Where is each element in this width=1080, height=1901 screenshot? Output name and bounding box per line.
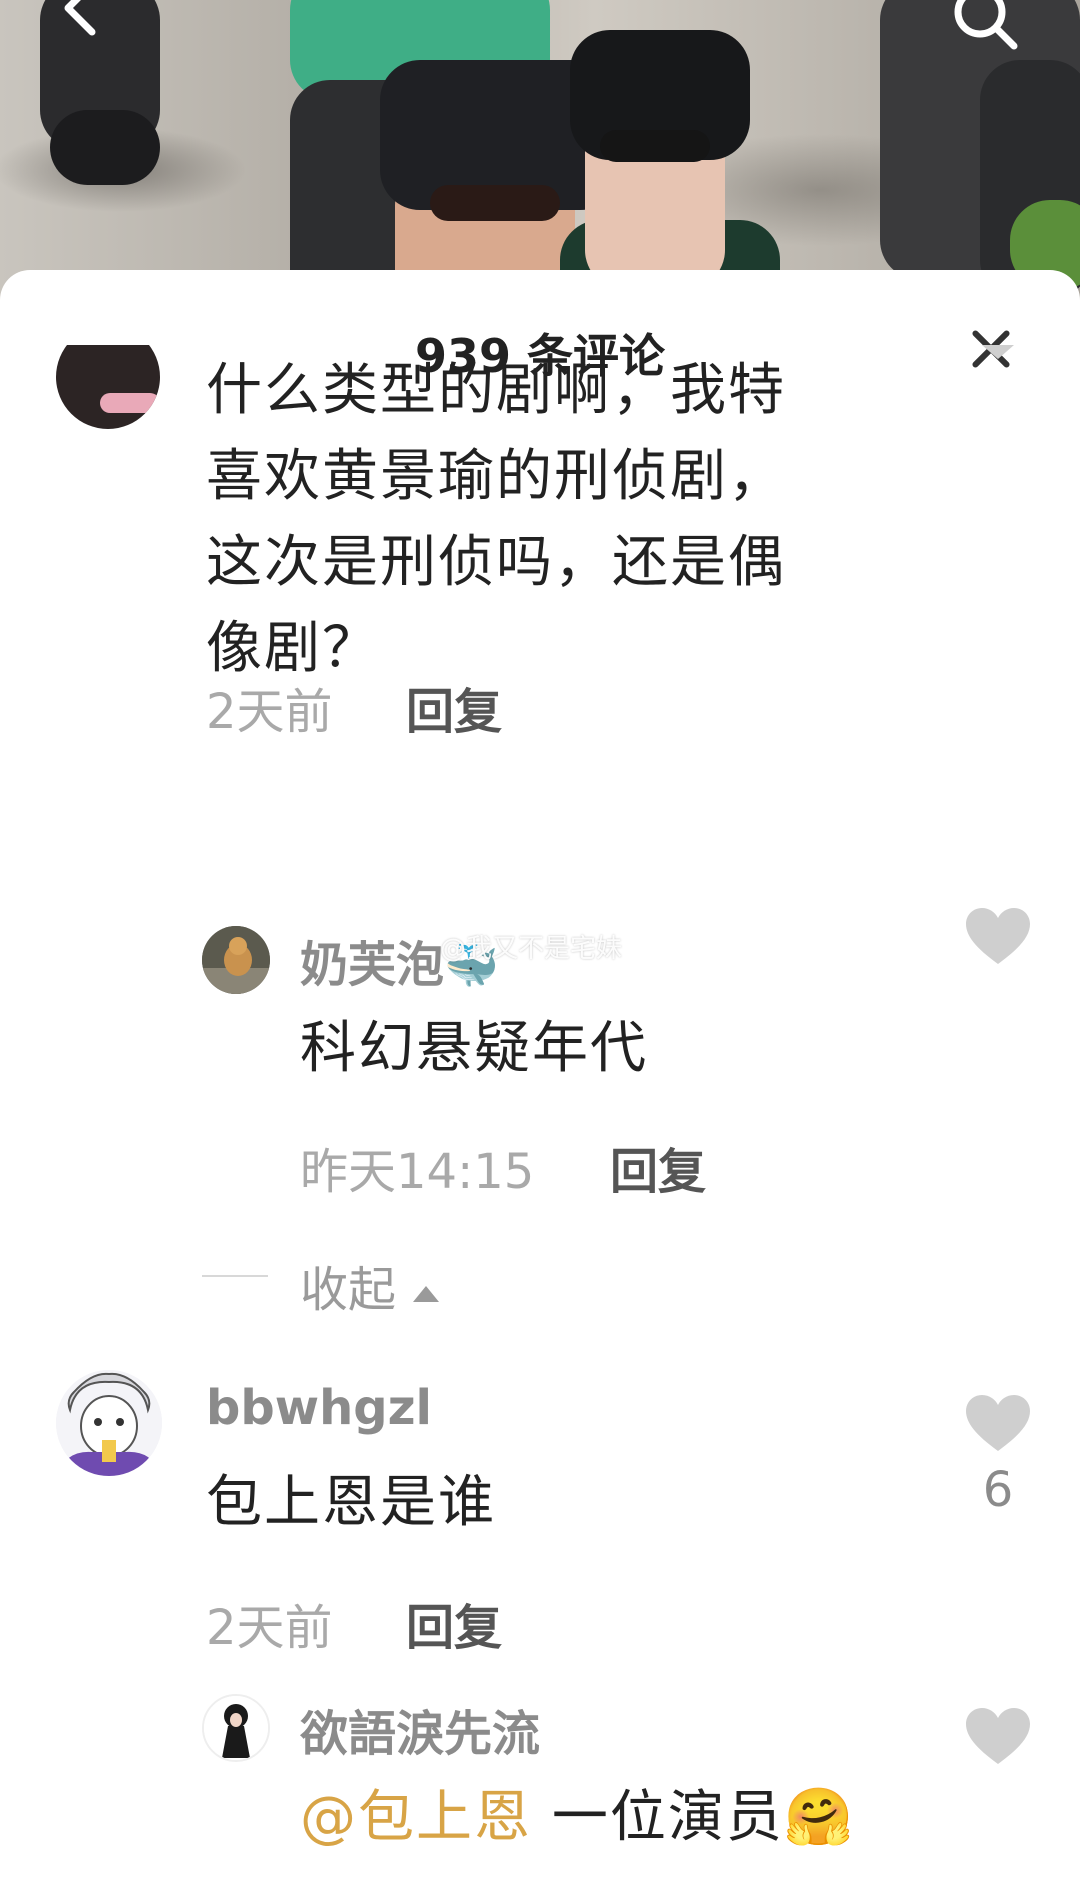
like-button[interactable] bbox=[966, 1708, 1030, 1766]
search-icon bbox=[954, 0, 1018, 50]
comment-username: bbwhgzl bbox=[206, 1380, 432, 1436]
like-button[interactable] bbox=[966, 1395, 1030, 1453]
mention-link[interactable]: @包上恩 bbox=[300, 1785, 532, 1850]
reply-time: 昨天14:15 bbox=[300, 1144, 535, 1200]
avatar[interactable] bbox=[56, 1370, 162, 1476]
like-count: 6 bbox=[982, 1462, 1014, 1518]
reply-button[interactable]: 回复 bbox=[610, 1132, 706, 1202]
comment-time: 2天前 bbox=[206, 684, 333, 740]
heart-icon bbox=[966, 908, 1030, 964]
caret-up-icon bbox=[413, 1286, 440, 1302]
avatar[interactable] bbox=[202, 1694, 270, 1762]
video-figure bbox=[430, 185, 560, 221]
comment-line: 什么类型的剧啊，我特 bbox=[206, 358, 786, 423]
video-figure bbox=[50, 110, 160, 185]
search-button[interactable] bbox=[950, 0, 1020, 52]
video-figure bbox=[600, 130, 710, 162]
comment-line: 喜欢黄景瑜的刑侦剧， bbox=[206, 444, 786, 509]
video-preview[interactable] bbox=[0, 0, 1080, 300]
reply-text: @包上恩 一位演员🤗 bbox=[300, 1785, 856, 1850]
heart-icon bbox=[966, 1395, 1030, 1451]
reply-text: 科幻悬疑年代 bbox=[300, 1016, 648, 1081]
comment-text: 包上恩是谁 bbox=[206, 1470, 496, 1535]
hug-emoji-icon: 🤗 bbox=[783, 1785, 856, 1850]
heart-icon[interactable] bbox=[980, 345, 1016, 361]
reply-button[interactable]: 回复 bbox=[406, 672, 502, 742]
collapse-replies-button[interactable]: 收起 bbox=[300, 1250, 441, 1320]
avatar[interactable] bbox=[202, 926, 270, 994]
heart-icon bbox=[966, 1708, 1030, 1764]
watermark: @我又不是宅妹 bbox=[440, 934, 623, 964]
comments-sheet: 939 条评论 什么类型的剧啊，我特 喜欢黄景瑜的刑侦剧， 这次是刑侦吗，还是偶… bbox=[0, 270, 1080, 1901]
reply-username: 欲語淚先流 bbox=[300, 1706, 541, 1762]
chevron-left-icon bbox=[64, 0, 96, 36]
divider bbox=[202, 1275, 268, 1277]
comment-text: 什么类型的剧啊，我特 喜欢黄景瑜的刑侦剧， 这次是刑侦吗，还是偶 像剧？ bbox=[206, 348, 786, 692]
back-button[interactable] bbox=[52, 0, 112, 40]
comment-time: 2天前 bbox=[206, 1600, 333, 1656]
reply-button[interactable]: 回复 bbox=[406, 1588, 502, 1658]
comment-line: 这次是刑侦吗，还是偶 bbox=[206, 530, 786, 595]
like-button[interactable] bbox=[966, 908, 1030, 966]
